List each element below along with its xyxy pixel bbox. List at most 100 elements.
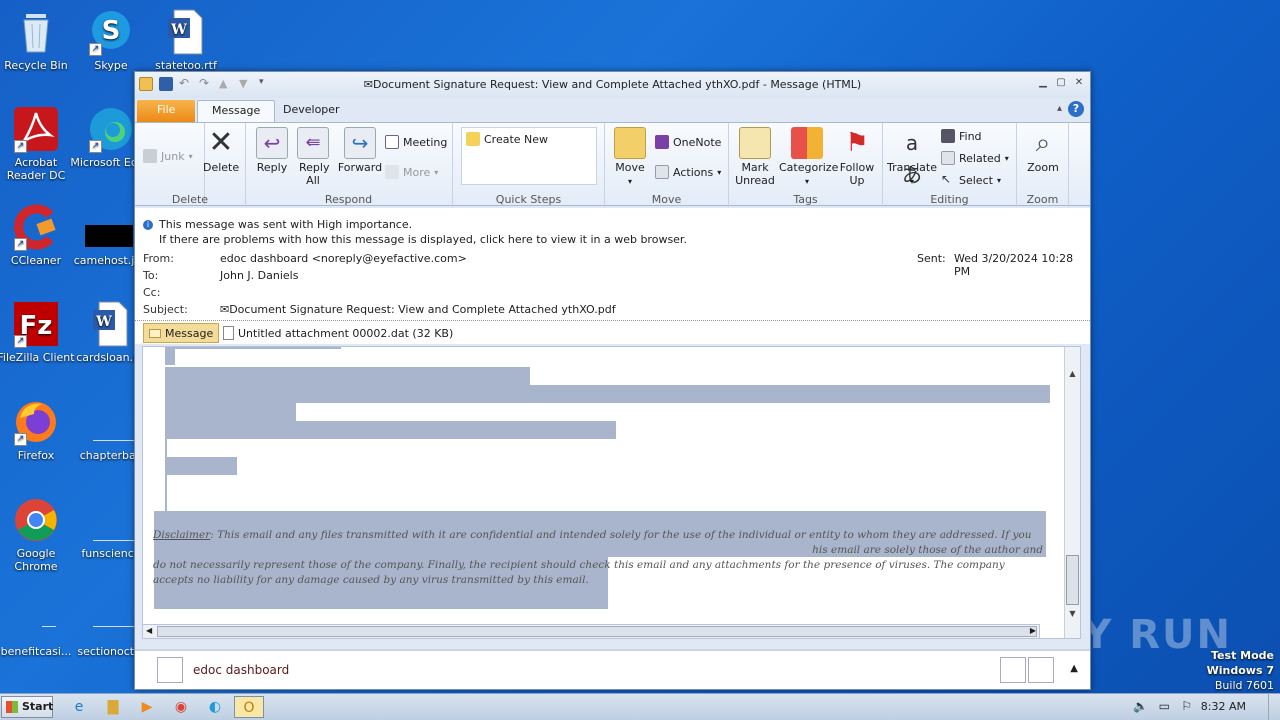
test-mode-label: Test Mode — [1211, 649, 1274, 662]
close-icon[interactable]: ✕ — [1072, 76, 1086, 90]
minimize-icon[interactable]: ▁ — [1036, 76, 1050, 90]
horizontal-scrollbar[interactable]: ◀ ▶ — [142, 624, 1040, 639]
reply-button[interactable]: ↩ Reply — [255, 127, 289, 174]
desktop-icon-benefitcasi[interactable]: benefitcasi... — [0, 594, 78, 658]
desktop-icon-label: Acrobat Reader DC — [6, 156, 66, 182]
envelope-icon — [739, 127, 771, 159]
outlook-taskbar-icon[interactable]: O — [234, 696, 264, 718]
chrome-taskbar-icon[interactable]: ◉ — [168, 696, 194, 718]
desktop-icon-label: FileZilla Client — [0, 351, 75, 364]
message-body: Disclaimer: This email and any files tra… — [142, 346, 1081, 639]
ccleaner-icon: ↗ — [12, 203, 60, 251]
ribbon: Junk ▾ ✕ Delete Delete ↩ Reply ⇚ Reply Al… — [135, 122, 1090, 207]
selection-highlight — [165, 347, 175, 365]
volume-icon[interactable]: 🔈 — [1133, 699, 1148, 713]
more-icon — [385, 165, 399, 179]
group-zoom: ⌕ Zoom Zoom — [1017, 123, 1069, 207]
from-value[interactable]: edoc dashboard <noreply@eyefactive.com> — [220, 252, 467, 265]
show-desktop-button[interactable] — [1268, 694, 1280, 720]
envelope-icon — [149, 328, 161, 338]
desktop-icon-chrome[interactable]: Google Chrome — [0, 496, 78, 573]
file-icon — [87, 594, 139, 642]
scroll-left-icon[interactable]: ◀ — [146, 626, 152, 635]
zoom-label: Zoom — [1027, 161, 1059, 174]
desktop-icon-ccleaner[interactable]: ↗ CCleaner — [0, 203, 78, 267]
more-button[interactable]: More ▾ — [385, 165, 438, 179]
categorize-icon — [791, 127, 823, 159]
select-button[interactable]: ↖ Select ▾ — [941, 173, 1001, 187]
related-button[interactable]: Related ▾ — [941, 151, 1009, 165]
desktop-icon-firefox[interactable]: ↗ Firefox — [0, 398, 78, 462]
move-button[interactable]: Move ▾ — [613, 127, 647, 188]
onenote-button[interactable]: OneNote — [655, 135, 721, 149]
taskbar-clock[interactable]: 8:32 AM — [1201, 700, 1246, 713]
scroll-right-icon[interactable]: ▶ — [1030, 626, 1036, 635]
vertical-scrollbar[interactable]: ▲ ▼ — [1064, 347, 1080, 638]
flag-tray-icon[interactable]: ⚐ — [1181, 699, 1192, 713]
selection-highlight — [165, 367, 530, 385]
tab-file[interactable]: File — [137, 100, 196, 122]
categorize-button[interactable]: Categorize ▾ — [779, 127, 838, 188]
attachment-file[interactable]: Untitled attachment 00002.dat (32 KB) — [223, 323, 453, 343]
people-pane-expand-icon[interactable]: ▲ — [1070, 663, 1078, 674]
ribbon-collapse-icon[interactable]: ▴ — [1057, 103, 1062, 114]
explorer-taskbar-icon[interactable]: ▇ — [100, 696, 126, 718]
scroll-down-icon[interactable]: ▼ — [1066, 609, 1079, 622]
h-scroll-thumb[interactable] — [157, 626, 1037, 637]
sent-value: Wed 3/20/2024 10:28 PM — [954, 252, 1074, 278]
forward-button[interactable]: ↪ Forward — [337, 127, 383, 174]
desktop-icon-skype[interactable]: S ↗ Skype — [69, 8, 153, 72]
view-in-browser-link[interactable]: If there are problems with how this mess… — [159, 233, 687, 246]
desktop-icon-label: benefitcasi... — [0, 645, 72, 658]
scroll-thumb[interactable] — [1066, 555, 1079, 605]
magnifier-icon: ⌕ — [1035, 128, 1051, 158]
message-attachment-tab[interactable]: Message — [143, 323, 220, 343]
attachment-file-label: Untitled attachment 00002.dat (32 KB) — [238, 326, 454, 340]
related-icon — [941, 151, 955, 165]
actions-button[interactable]: Actions ▾ — [655, 165, 721, 179]
desktop-icon-statetoo[interactable]: W statetoo.rtf — [144, 8, 228, 72]
group-label: Zoom — [1026, 193, 1059, 206]
meeting-button[interactable]: Meeting — [385, 135, 447, 149]
create-new-quick-step[interactable]: Create New — [466, 132, 548, 146]
binoculars-icon — [941, 129, 955, 143]
zoom-button[interactable]: ⌕ Zoom — [1023, 127, 1063, 174]
importance-notice: This message was sent with High importan… — [159, 218, 413, 231]
maximize-icon[interactable]: ▢ — [1054, 76, 1068, 90]
build-label: Build 7601 — [1214, 679, 1274, 692]
find-button[interactable]: Find — [941, 129, 982, 143]
delete-button[interactable]: ✕ Delete — [203, 127, 239, 175]
help-icon[interactable]: ? — [1068, 101, 1084, 117]
desktop-icon-recycle-bin[interactable]: Recycle Bin — [0, 8, 78, 72]
translate-button[interactable]: aあ Translate ▾ — [887, 127, 937, 188]
junk-button[interactable]: Junk ▾ — [143, 149, 193, 163]
cursor-icon: ↖ — [941, 172, 952, 186]
edge-taskbar-icon[interactable]: ◐ — [202, 696, 228, 718]
reply-all-label: Reply All — [299, 161, 330, 187]
to-value[interactable]: John J. Daniels — [220, 269, 298, 282]
group-tags: Mark Unread Categorize ▾ ⚑ Follow Up Tags — [729, 123, 883, 207]
actions-label: Actions — [673, 165, 714, 179]
quick-steps-gallery[interactable]: Create New — [461, 127, 597, 185]
scroll-up-icon[interactable]: ▲ — [1066, 369, 1079, 382]
sent-label: Sent: — [917, 252, 946, 265]
people-pane-name[interactable]: edoc dashboard — [193, 663, 289, 677]
follow-up-button[interactable]: ⚑ Follow Up — [837, 127, 877, 187]
actions-icon — [655, 165, 669, 179]
mark-unread-button[interactable]: Mark Unread — [733, 127, 777, 187]
more-label: More — [403, 165, 431, 179]
network-icon[interactable]: ▭ — [1159, 699, 1170, 713]
desktop-icon-filezilla[interactable]: Fz ↗ FileZilla Client — [0, 300, 78, 364]
people-pane: edoc dashboard ▲ — [135, 649, 1090, 689]
tab-message[interactable]: Message — [197, 100, 276, 122]
tab-developer[interactable]: Developer — [269, 100, 354, 122]
ie-taskbar-icon[interactable]: e — [66, 696, 92, 718]
desktop-icon-acrobat[interactable]: ↗ Acrobat Reader DC — [0, 105, 78, 182]
reply-all-button[interactable]: ⇚ Reply All — [295, 127, 331, 187]
svg-text:W: W — [95, 314, 112, 330]
media-player-taskbar-icon[interactable]: ▶ — [134, 696, 160, 718]
start-button[interactable]: Start — [1, 696, 53, 718]
filezilla-icon: Fz ↗ — [12, 300, 60, 348]
os-label: Windows 7 — [1206, 664, 1274, 677]
meeting-label: Meeting — [403, 135, 448, 149]
